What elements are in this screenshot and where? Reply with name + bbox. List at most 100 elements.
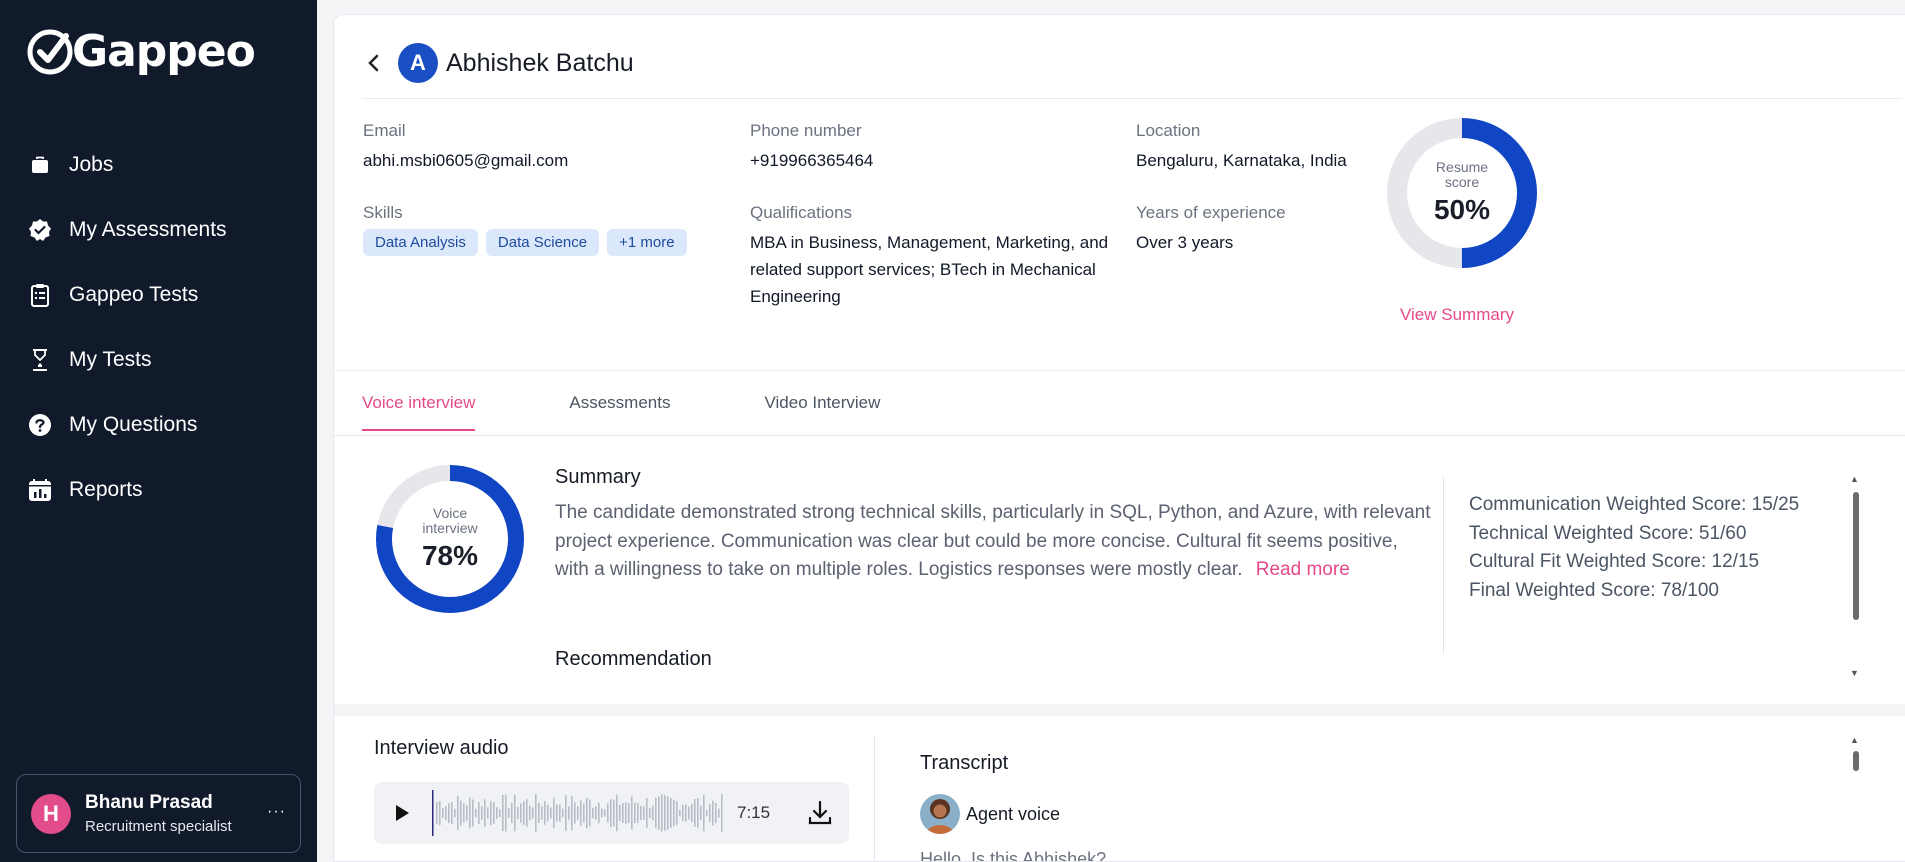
download-button[interactable] — [806, 799, 834, 827]
divider — [362, 98, 1902, 99]
skills-label: Skills — [363, 203, 403, 222]
scroll-up-arrow-icon[interactable]: ▲ — [1850, 735, 1859, 745]
more-menu-icon[interactable]: ··· — [267, 803, 286, 821]
experience-value: Over 3 years — [1136, 233, 1234, 252]
sidebar-item-label: My Assessments — [69, 217, 227, 241]
qualifications-value: MBA in Business, Management, Marketing, … — [750, 233, 1109, 306]
badge-check-icon — [28, 218, 52, 242]
logo-check-icon — [27, 29, 73, 75]
back-button[interactable] — [362, 51, 386, 75]
download-icon — [808, 800, 832, 825]
transcript-message: Hello, Is this Abhishek? — [920, 849, 1107, 862]
voice-score-donut: Voice interview 78% — [374, 463, 526, 615]
tab-bar: Voice interview Assessments Video Interv… — [362, 393, 974, 431]
tab-voice-interview[interactable]: Voice interview — [362, 393, 476, 431]
avatar: H — [31, 793, 71, 834]
resume-score-donut: Resume score 50% — [1385, 116, 1539, 270]
read-more-link[interactable]: Read more — [1256, 559, 1350, 580]
voice-interview-summary: Voice interview 78% Summary The candidat… — [334, 436, 1905, 706]
sidebar-item-label: Reports — [69, 477, 143, 501]
scrollbar-thumb[interactable] — [1853, 751, 1859, 771]
summary-title: Summary — [555, 466, 641, 488]
skills-chips: Data Analysis Data Science +1 more — [363, 229, 695, 256]
hourglass-icon — [28, 348, 52, 372]
sidebar-item-reports[interactable]: Reports — [0, 457, 317, 522]
user-name: Bhanu Prasad — [85, 792, 213, 813]
audio-duration: 7:15 — [737, 803, 771, 822]
tab-video-interview[interactable]: Video Interview — [764, 393, 880, 431]
weighted-score-cultural-fit: Cultural Fit Weighted Score: 12/15 — [1469, 551, 1760, 572]
scrollbar-thumb[interactable] — [1853, 492, 1859, 620]
resume-score-caption: Resume — [1435, 159, 1489, 175]
voice-score-value: 78% — [421, 540, 479, 571]
voice-score-caption: interview — [422, 520, 478, 536]
phone-label: Phone number — [750, 121, 862, 140]
location-block: Location Bengaluru, Karnataka, India — [1136, 121, 1347, 174]
scroll-down-arrow-icon[interactable]: ▼ — [1850, 668, 1859, 678]
view-summary-link[interactable]: View Summary — [1400, 305, 1514, 325]
location-label: Location — [1136, 121, 1201, 140]
experience-block: Years of experience Over 3 years — [1136, 203, 1286, 256]
divider — [874, 735, 875, 861]
candidate-panel: A Abhishek Batchu Email abhi.msbi0605@gm… — [333, 14, 1905, 862]
email-block: Email abhi.msbi0605@gmail.com — [363, 121, 568, 174]
candidate-header: A Abhishek Batchu — [362, 43, 634, 83]
tab-assessments[interactable]: Assessments — [569, 393, 670, 431]
skills-block: Skills Data Analysis Data Science +1 mor… — [363, 203, 695, 256]
sidebar: Gappeo Jobs My Assessments Gappeo Tests … — [0, 0, 317, 862]
sidebar-item-my-questions[interactable]: My Questions — [0, 392, 317, 457]
sidebar-nav: Jobs My Assessments Gappeo Tests My Test… — [0, 132, 317, 522]
sidebar-item-my-tests[interactable]: My Tests — [0, 327, 317, 392]
voice-score-center: Voice interview 78% — [374, 463, 526, 615]
user-card[interactable]: H Bhanu Prasad Recruitment specialist ··… — [16, 774, 301, 853]
divider — [334, 370, 1905, 371]
weighted-score-technical: Technical Weighted Score: 51/60 — [1469, 522, 1747, 544]
user-role: Recruitment specialist — [85, 818, 232, 835]
brand-logo[interactable]: Gappeo — [26, 26, 256, 77]
sidebar-item-jobs[interactable]: Jobs — [0, 132, 317, 197]
interview-audio-title: Interview audio — [374, 737, 509, 759]
sidebar-item-label: My Questions — [69, 412, 198, 436]
agent-avatar — [920, 794, 960, 834]
clipboard-icon — [28, 283, 52, 307]
experience-label: Years of experience — [1136, 203, 1286, 222]
brand-name: Gappeo — [72, 26, 256, 77]
phone-value: +919966365464 — [750, 151, 874, 170]
voice-score-caption: Voice — [432, 505, 468, 521]
more-skills-chip[interactable]: +1 more — [607, 229, 687, 256]
briefcase-icon — [28, 153, 52, 177]
transcript-title: Transcript — [920, 752, 1009, 774]
weighted-score-communication: Communication Weighted Score: 15/25 — [1469, 494, 1800, 515]
weighted-score-final: Final Weighted Score: 78/100 — [1469, 579, 1719, 601]
play-icon — [396, 805, 409, 821]
candidate-avatar: A — [398, 43, 438, 83]
email-label: Email — [363, 121, 406, 140]
agent-voice-row: Agent voice — [920, 794, 1060, 834]
weighted-scores: Communication Weighted Score: 15/25 Tech… — [1469, 491, 1799, 605]
recommendation-title: Recommendation — [555, 648, 712, 670]
scroll-up-arrow-icon[interactable]: ▲ — [1850, 474, 1859, 484]
play-button[interactable] — [388, 800, 414, 826]
chevron-left-icon — [368, 54, 379, 72]
resume-score-center: Resume score 50% — [1385, 116, 1539, 270]
agent-voice-label: Agent voice — [966, 803, 1061, 824]
question-circle-icon — [28, 413, 52, 437]
sidebar-item-label: Gappeo Tests — [69, 282, 199, 306]
sidebar-item-gappeo-tests[interactable]: Gappeo Tests — [0, 262, 317, 327]
resume-score-caption: score — [1444, 174, 1480, 190]
divider — [1443, 476, 1444, 654]
summary-text: The candidate demonstrated strong techni… — [555, 499, 1435, 585]
qualifications-block: Qualifications MBA in Business, Manageme… — [750, 203, 1120, 310]
calendar-report-icon — [28, 478, 52, 502]
skill-chip: Data Analysis — [363, 229, 478, 256]
sidebar-item-my-assessments[interactable]: My Assessments — [0, 197, 317, 262]
skill-chip: Data Science — [485, 229, 600, 256]
audio-waveform[interactable] — [432, 790, 724, 836]
location-value: Bengaluru, Karnataka, India — [1136, 151, 1347, 170]
candidate-name: Abhishek Batchu — [446, 48, 634, 77]
audio-player: 7:15 — [374, 782, 849, 844]
sidebar-item-label: Jobs — [69, 152, 114, 176]
qualifications-label: Qualifications — [750, 203, 853, 222]
phone-block: Phone number +919966365464 — [750, 121, 873, 174]
email-value: abhi.msbi0605@gmail.com — [363, 151, 569, 170]
